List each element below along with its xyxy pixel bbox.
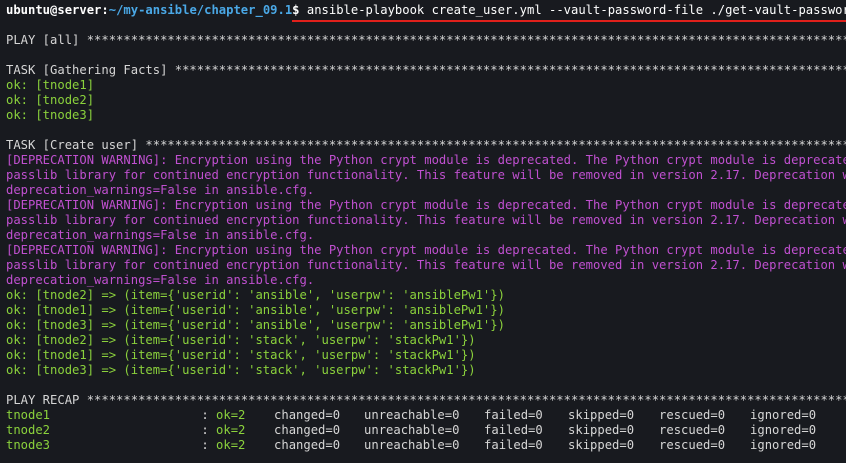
recap-sep: : (194, 423, 217, 437)
recap-skipped: skipped=0 (568, 408, 635, 422)
deprecation-warning-line: deprecation_warnings=False in ansible.cf… (6, 273, 315, 287)
red-underline (292, 20, 846, 22)
task-result-line: ok: [tnode3] => (item={'userid': 'ansibl… (6, 318, 505, 332)
prompt-line: ubuntu@server:~/my-ansible/chapter_09.1$… (6, 3, 846, 22)
deprecation-warning-line: [DEPRECATION WARNING]: Encryption using … (6, 243, 846, 257)
recap-ok: ok=2 (216, 408, 246, 422)
task-header-create-user: TASK [Create user] *********************… (6, 138, 846, 152)
deprecation-warning-line: [DEPRECATION WARNING]: Encryption using … (6, 198, 846, 212)
recap-unreachable: unreachable=0 (364, 423, 460, 437)
deprecation-warning-line: passlib library for continued encryption… (6, 168, 846, 182)
recap-host: tnode2 (6, 423, 51, 437)
recap-host: tnode1 (6, 408, 51, 422)
play-recap-header: PLAY RECAP *****************************… (6, 393, 846, 407)
prompt-separator: : (101, 3, 109, 17)
recap-rescued: rescued=0 (659, 438, 726, 452)
deprecation-warning-line: passlib library for continued encryption… (6, 258, 846, 272)
recap-unreachable: unreachable=0 (364, 438, 460, 452)
recap-row: tnode3 : ok=2 changed=0 unreachable=0 faile… (6, 438, 846, 453)
play-header: PLAY [all] *****************************… (6, 33, 846, 47)
recap-ignored: ignored=0 (750, 408, 817, 422)
prompt-user-host: ubuntu@server (6, 3, 102, 17)
command-text: ansible-playbook create_user.yml --vault… (299, 3, 846, 17)
deprecation-warning-line: passlib library for continued encryption… (6, 213, 846, 227)
deprecation-warning-line: deprecation_warnings=False in ansible.cf… (6, 228, 315, 242)
task-result-line: ok: [tnode1] => (item={'userid': 'ansibl… (6, 303, 505, 317)
recap-failed: failed=0 (484, 423, 543, 437)
recap-sep: : (194, 408, 217, 422)
recap-rescued: rescued=0 (659, 408, 726, 422)
terminal-window[interactable]: ubuntu@server:~/my-ansible/chapter_09.1$… (0, 0, 846, 463)
prompt-symbol: $ (292, 3, 300, 17)
task-result-line: ok: [tnode2] => (item={'userid': 'stack'… (6, 333, 476, 347)
task-header-gathering-facts: TASK [Gathering Facts] *****************… (6, 63, 846, 77)
recap-changed: changed=0 (274, 438, 341, 452)
task-result-line: ok: [tnode1] (6, 78, 95, 92)
recap-ok: ok=2 (216, 423, 246, 437)
recap-failed: failed=0 (484, 438, 543, 452)
recap-host: tnode3 (6, 438, 51, 452)
deprecation-warning-line: [DEPRECATION WARNING]: Encryption using … (6, 153, 846, 167)
recap-ignored: ignored=0 (750, 423, 817, 437)
recap-skipped: skipped=0 (568, 438, 635, 452)
task-result-line: ok: [tnode3] (6, 108, 95, 122)
recap-changed: changed=0 (274, 408, 341, 422)
task-result-line: ok: [tnode3] => (item={'userid': 'stack'… (6, 363, 476, 377)
recap-ignored: ignored=0 (750, 438, 817, 452)
recap-sep: : (194, 438, 217, 452)
highlighted-command: $ ansible-playbook create_user.yml --vau… (292, 3, 846, 22)
recap-row: tnode2 : ok=2 changed=0 unreachable=0 faile… (6, 423, 846, 438)
task-result-line: ok: [tnode2] => (item={'userid': 'ansibl… (6, 288, 505, 302)
deprecation-warning-line: deprecation_warnings=False in ansible.cf… (6, 183, 315, 197)
recap-row: tnode1 : ok=2 changed=0 unreachable=0 faile… (6, 408, 846, 423)
task-result-line: ok: [tnode2] (6, 93, 95, 107)
recap-ok: ok=2 (216, 438, 246, 452)
recap-unreachable: unreachable=0 (364, 408, 460, 422)
recap-rescued: rescued=0 (659, 423, 726, 437)
task-result-line: ok: [tnode1] => (item={'userid': 'stack'… (6, 348, 476, 362)
recap-failed: failed=0 (484, 408, 543, 422)
recap-skipped: skipped=0 (568, 423, 635, 437)
prompt-path: ~/my-ansible/chapter_09.1 (108, 3, 293, 17)
recap-changed: changed=0 (274, 423, 341, 437)
